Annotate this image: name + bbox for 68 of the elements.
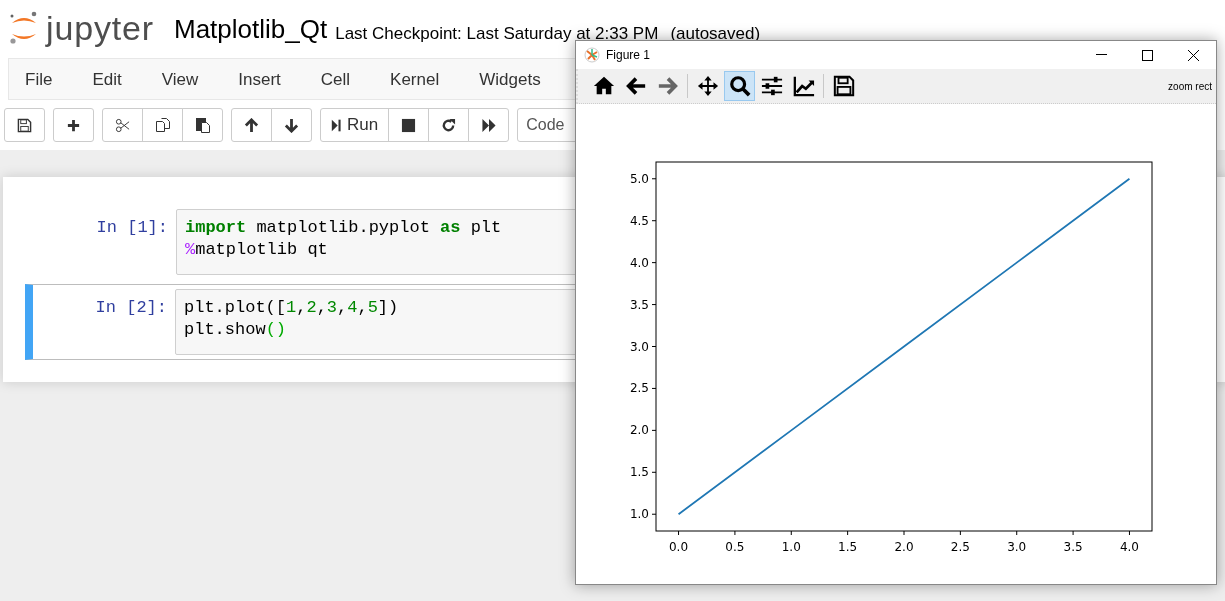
menu-item[interactable]: File — [25, 59, 53, 99]
checkpoint-status: Last Checkpoint: Last Saturday at 2:33 PM — [335, 25, 659, 42]
y-tick-label: 3.5 — [629, 297, 649, 312]
x-tick-label: 4.0 — [1119, 540, 1139, 554]
plus-icon — [66, 117, 81, 133]
window-title: Figure 1 — [606, 47, 651, 64]
maximize-icon — [1141, 49, 1153, 61]
close-icon — [1187, 49, 1199, 61]
x-tick-label: 1.0 — [781, 540, 801, 554]
interrupt-button[interactable] — [388, 108, 430, 142]
sliders-icon — [760, 75, 783, 97]
save-icon — [832, 75, 855, 97]
paste-button[interactable] — [182, 108, 223, 142]
restart-button[interactable] — [428, 108, 470, 142]
zoom-button[interactable] — [724, 71, 755, 101]
paste-icon — [194, 117, 211, 133]
y-tick-label: 3.0 — [629, 339, 649, 354]
insert-cell-button[interactable] — [53, 108, 94, 142]
restart-icon — [441, 117, 457, 133]
stop-icon — [401, 117, 417, 133]
y-tick-label: 1.0 — [629, 507, 649, 522]
notebook-name[interactable]: Matplotlib_Qt — [174, 16, 328, 50]
logo-text: jupyter — [46, 11, 154, 45]
move-down-button[interactable] — [271, 108, 312, 142]
cell-prompt: In [1]: — [95, 217, 169, 239]
mode-label: zoom rect — [1168, 79, 1212, 94]
x-tick-label: 3.5 — [1063, 540, 1083, 554]
cut-button[interactable] — [102, 108, 143, 142]
y-tick-label: 2.5 — [629, 381, 649, 396]
step-forward-icon — [331, 117, 341, 133]
menu-item[interactable]: View — [161, 59, 199, 99]
menu-item[interactable]: Edit — [92, 59, 122, 99]
menu-item[interactable]: Widgets — [479, 59, 541, 99]
autosave-status: (autosaved) — [670, 25, 761, 42]
x-tick-label: 3.0 — [1007, 540, 1027, 554]
x-tick-label: 0.5 — [725, 540, 745, 554]
app-icon — [584, 47, 600, 63]
save-icon — [17, 117, 32, 133]
minimize-icon — [1095, 54, 1107, 56]
line-chart-icon — [791, 75, 816, 97]
run-button[interactable]: Run — [320, 108, 390, 142]
save-button[interactable] — [4, 108, 45, 142]
search-icon — [728, 75, 751, 97]
y-tick-label: 4.5 — [629, 213, 649, 228]
x-tick-label: 2.5 — [950, 540, 970, 554]
down-arrow-icon — [284, 117, 299, 133]
y-tick-label: 1.5 — [629, 465, 649, 480]
y-tick-label: 4.0 — [629, 255, 649, 270]
x-tick-label: 2.0 — [894, 540, 914, 554]
move-up-button[interactable] — [231, 108, 272, 142]
copy-icon — [154, 117, 171, 133]
run-all-button[interactable] — [468, 108, 510, 142]
y-tick-label: 5.0 — [629, 171, 649, 186]
cell-prompt: In [2]: — [94, 297, 168, 319]
menu-item[interactable]: Cell — [320, 59, 351, 99]
scissors-icon — [114, 117, 131, 133]
x-tick-label: 0.0 — [669, 540, 689, 554]
menu-item[interactable]: Kernel — [390, 59, 440, 99]
home-icon — [592, 75, 615, 97]
menu-item[interactable]: Insert — [238, 59, 281, 99]
move-icon — [696, 75, 719, 97]
copy-button[interactable] — [142, 108, 183, 142]
y-tick-label: 2.0 — [629, 423, 649, 438]
x-tick-label: 1.5 — [838, 540, 858, 554]
up-arrow-icon — [244, 117, 259, 133]
left-arrow-icon — [624, 75, 647, 97]
right-arrow-icon — [656, 75, 679, 97]
fast-forward-icon — [480, 117, 497, 133]
